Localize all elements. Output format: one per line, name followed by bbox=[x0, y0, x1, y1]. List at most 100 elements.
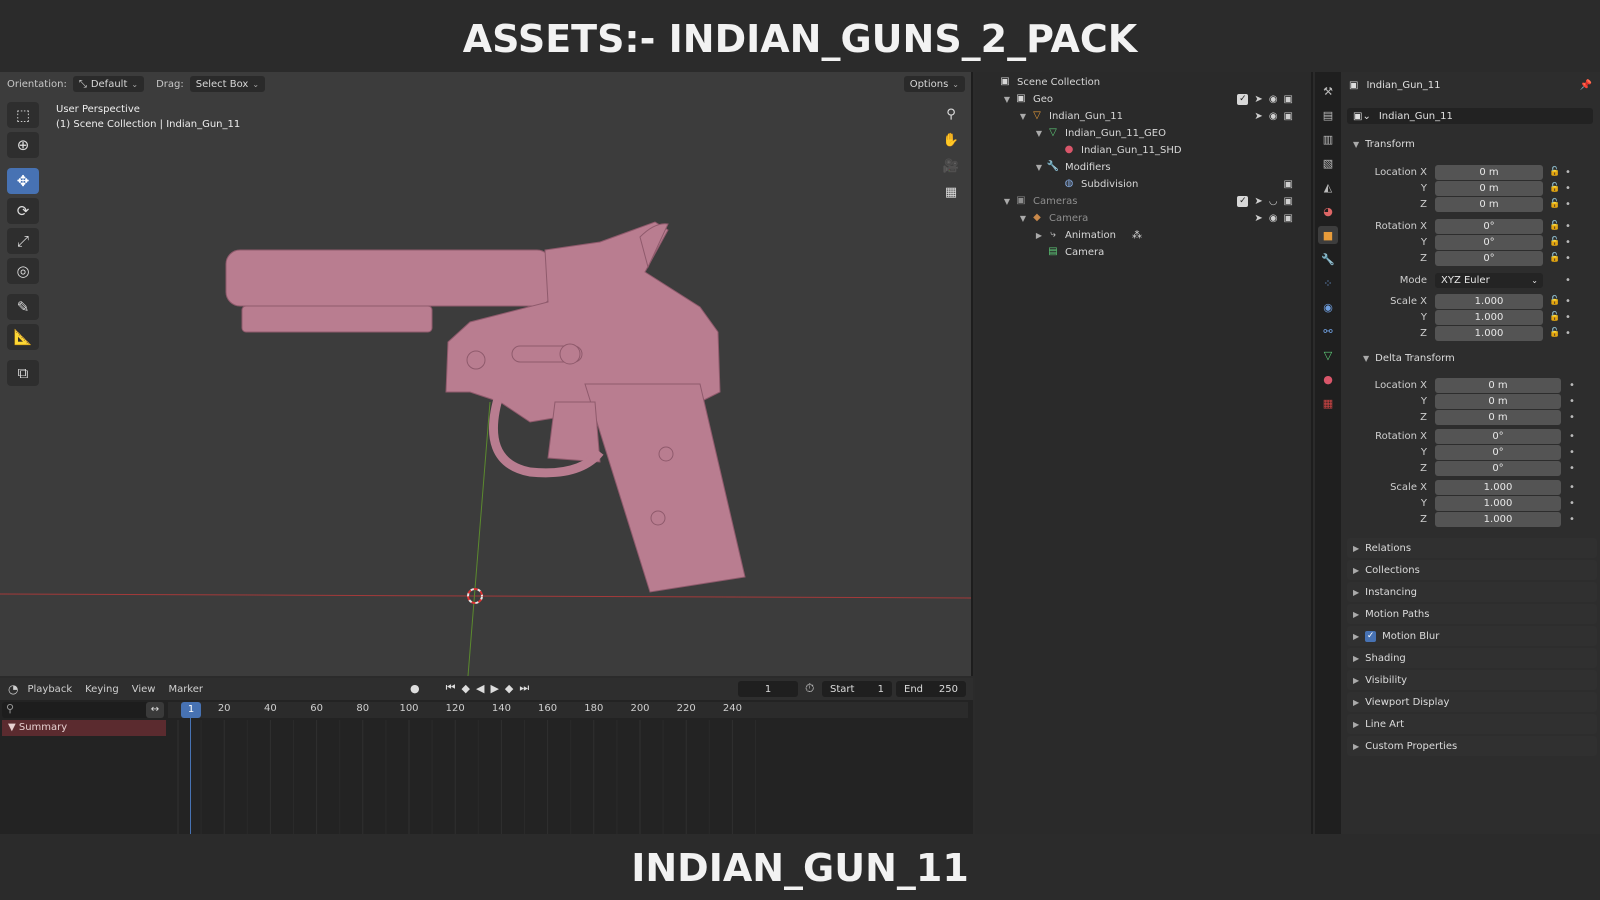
delta-rotation-z-field[interactable]: 0° bbox=[1435, 460, 1561, 476]
end-frame-field[interactable]: End 250 bbox=[896, 681, 966, 697]
checkbox-icon[interactable]: ✓ bbox=[1237, 196, 1249, 207]
outliner-row-camera-data[interactable]: ▤ Camera bbox=[975, 244, 1313, 261]
instancing-panel-header[interactable]: ▶ Instancing bbox=[1347, 582, 1597, 602]
lock-icon[interactable]: 🔓 bbox=[1549, 296, 1561, 306]
rotate-tool-icon[interactable]: ⟳ bbox=[7, 198, 39, 224]
record-icon[interactable]: ● bbox=[410, 682, 420, 695]
clock-icon[interactable]: ⏱ bbox=[805, 681, 814, 696]
viewport-3d[interactable]: Orientation: ⤡ Default ⌄ Drag: Select Box ⌄… bbox=[0, 72, 973, 676]
drag-dropdown[interactable]: Select Box ⌄ bbox=[189, 76, 266, 92]
timeline-editor[interactable]: ◔ Playback Keying View Marker ● ⏮ ◆ ◀ ▶ … bbox=[0, 678, 973, 834]
texture-tab-icon[interactable]: ▦ bbox=[1318, 394, 1338, 412]
checkbox-icon[interactable]: ✓ bbox=[1237, 94, 1249, 105]
camera-render-icon[interactable]: ▣ bbox=[1284, 94, 1293, 105]
object-name-field[interactable]: ▣⌄ Indian_Gun_11 bbox=[1347, 108, 1593, 124]
expand-arrow-icon[interactable]: ▼ bbox=[1001, 197, 1013, 206]
scale-y-field[interactable]: 1.000 bbox=[1435, 309, 1543, 325]
keyframe-dot-icon[interactable]: • bbox=[1569, 514, 1575, 525]
scale-z-field[interactable]: 1.000 bbox=[1435, 325, 1543, 341]
move-tool-icon[interactable]: ✥ bbox=[7, 168, 39, 194]
keyframe-dot-icon[interactable]: • bbox=[1565, 312, 1571, 323]
motion-blur-panel-header[interactable]: ▶ ✓ Motion Blur bbox=[1347, 626, 1597, 646]
render-tab-icon[interactable]: ▤ bbox=[1318, 106, 1338, 124]
camera-view-icon[interactable]: 🎥 bbox=[940, 156, 962, 176]
lock-icon[interactable]: 🔓 bbox=[1549, 167, 1561, 177]
select-arrow-icon[interactable]: ➤ bbox=[1254, 213, 1262, 224]
data-tab-icon[interactable]: ▽ bbox=[1318, 346, 1338, 364]
keyframe-dot-icon[interactable]: • bbox=[1565, 167, 1571, 178]
keyframe-dot-icon[interactable]: • bbox=[1565, 237, 1571, 248]
orientation-dropdown[interactable]: ⤡ Default ⌄ bbox=[72, 76, 145, 92]
keyframe-dot-icon[interactable]: • bbox=[1569, 463, 1575, 474]
keyframe-dot-icon[interactable]: • bbox=[1569, 498, 1575, 509]
modifier-tab-icon[interactable]: 🔧 bbox=[1318, 250, 1338, 268]
lock-icon[interactable]: 🔓 bbox=[1549, 183, 1561, 193]
delta-location-x-field[interactable]: 0 m bbox=[1435, 377, 1561, 393]
particles-tab-icon[interactable]: ⁘ bbox=[1318, 274, 1338, 292]
keyframe-dot-icon[interactable]: • bbox=[1565, 296, 1571, 307]
jump-start-icon[interactable]: ⏮ bbox=[446, 681, 456, 695]
delta-location-z-field[interactable]: 0 m bbox=[1435, 409, 1561, 425]
select-arrow-icon[interactable]: ➤ bbox=[1254, 94, 1262, 105]
play-icon[interactable]: ▶ bbox=[490, 682, 498, 695]
lock-icon[interactable]: 🔓 bbox=[1549, 237, 1561, 247]
grid-view-icon[interactable]: ▦ bbox=[940, 182, 962, 202]
lock-icon[interactable]: 🔓 bbox=[1549, 328, 1561, 338]
expand-arrow-icon[interactable]: ▼ bbox=[1033, 129, 1045, 138]
options-dropdown[interactable]: Options ⌄ bbox=[903, 76, 965, 92]
delta-scale-y-field[interactable]: 1.000 bbox=[1435, 495, 1561, 511]
expand-arrow-icon[interactable]: ▼ bbox=[1033, 163, 1045, 172]
line-art-panel-header[interactable]: ▶ Line Art bbox=[1347, 714, 1597, 734]
keyframe-dot-icon[interactable]: • bbox=[1569, 482, 1575, 493]
location-x-field[interactable]: 0 m bbox=[1435, 164, 1543, 180]
motion-blur-checkbox[interactable]: ✓ bbox=[1365, 630, 1377, 642]
eye-icon[interactable]: ◉ bbox=[1269, 94, 1278, 105]
viewport-display-panel-header[interactable]: ▶ Viewport Display bbox=[1347, 692, 1597, 712]
delta-location-y-field[interactable]: 0 m bbox=[1435, 393, 1561, 409]
transform-tool-icon[interactable]: ◎ bbox=[7, 258, 39, 284]
outliner-row-mesh[interactable]: ▼ ▽ Indian_Gun_11_GEO bbox=[975, 125, 1313, 142]
keyframe-dot-icon[interactable]: • bbox=[1569, 431, 1575, 442]
summary-channel[interactable]: ▼ Summary bbox=[2, 720, 166, 736]
view-menu[interactable]: View bbox=[128, 684, 160, 695]
expand-arrow-icon[interactable]: ▼ bbox=[1017, 112, 1029, 121]
rotation-x-field[interactable]: 0° bbox=[1435, 218, 1543, 234]
lock-icon[interactable]: 🔓 bbox=[1549, 312, 1561, 322]
collapse-arrow-icon[interactable]: ▶ bbox=[1033, 231, 1045, 240]
expand-arrow-icon[interactable]: ▼ bbox=[1001, 95, 1013, 104]
output-tab-icon[interactable]: ▥ bbox=[1318, 130, 1338, 148]
collections-panel-header[interactable]: ▶ Collections bbox=[1347, 560, 1597, 580]
cursor-tool-icon[interactable]: ⊕ bbox=[7, 132, 39, 158]
shading-panel-header[interactable]: ▶ Shading bbox=[1347, 648, 1597, 668]
physics-tab-icon[interactable]: ◉ bbox=[1318, 298, 1338, 316]
scene-tab-icon[interactable]: ◭ bbox=[1318, 178, 1338, 196]
motion-paths-panel-header[interactable]: ▶ Motion Paths bbox=[1347, 604, 1597, 624]
outliner-row-modifiers[interactable]: ▼ 🔧 Modifiers bbox=[975, 159, 1313, 176]
location-z-field[interactable]: 0 m bbox=[1435, 196, 1543, 212]
keying-menu[interactable]: Keying bbox=[81, 684, 123, 695]
pan-hand-icon[interactable]: ✋ bbox=[940, 130, 962, 150]
zoom-icon[interactable]: ⚲ bbox=[940, 104, 962, 124]
keyframe-dot-icon[interactable]: • bbox=[1569, 396, 1575, 407]
visibility-panel-header[interactable]: ▶ Visibility bbox=[1347, 670, 1597, 690]
marker-menu[interactable]: Marker bbox=[164, 684, 207, 695]
camera-render-icon[interactable]: ▣ bbox=[1284, 179, 1293, 190]
outliner-row-camera-object[interactable]: ▼ ◆ Camera ➤ ◉ ▣ bbox=[975, 210, 1313, 227]
measure-tool-icon[interactable]: 📐 bbox=[7, 324, 39, 350]
outliner[interactable]: ▣ Scene Collection ▼ ▣ Geo ✓ ➤ ◉ ▣ ▼ ▽ Indian_Gu… bbox=[975, 72, 1313, 834]
annotate-tool-icon[interactable]: ✎ bbox=[7, 294, 39, 320]
scale-tool-icon[interactable]: ⤢ bbox=[7, 228, 39, 254]
select-box-tool-icon[interactable]: ⬚ bbox=[7, 102, 39, 128]
keyframe-dot-icon[interactable]: • bbox=[1565, 221, 1571, 232]
object-tab-icon[interactable]: ■ bbox=[1318, 226, 1338, 244]
outliner-row-animation[interactable]: ▶ ⤷ Animation ⁂ bbox=[975, 227, 1313, 244]
material-tab-icon[interactable]: ● bbox=[1318, 370, 1338, 388]
lock-icon[interactable]: 🔓 bbox=[1549, 199, 1561, 209]
keyframe-dot-icon[interactable]: • bbox=[1565, 275, 1571, 286]
scene-collection-row[interactable]: ▣ Scene Collection bbox=[975, 74, 1175, 91]
scale-x-field[interactable]: 1.000 bbox=[1435, 293, 1543, 309]
select-arrow-icon[interactable]: ➤ bbox=[1254, 196, 1262, 207]
delta-rotation-x-field[interactable]: 0° bbox=[1435, 428, 1561, 444]
select-arrow-icon[interactable]: ➤ bbox=[1254, 111, 1262, 122]
current-frame-field[interactable]: 1 bbox=[738, 681, 798, 697]
